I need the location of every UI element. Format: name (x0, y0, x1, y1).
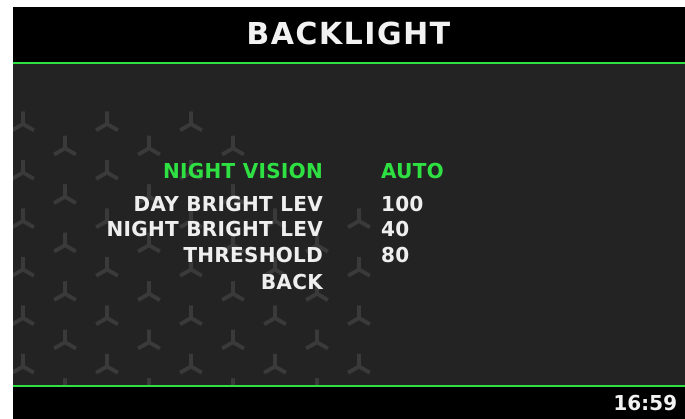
hex-segment (63, 146, 77, 157)
hex-segment (189, 316, 203, 327)
menu-item-value: 40 (381, 217, 410, 241)
hex-segment (221, 146, 234, 157)
menu-item-label: NIGHT VISION (162, 159, 323, 183)
hex-segment (148, 340, 161, 351)
hex-segment (221, 292, 234, 302)
hex-segment (64, 340, 77, 351)
hex-segment (190, 122, 203, 133)
hex-segment (316, 292, 329, 302)
menu-item-value: 100 (381, 192, 424, 216)
hex-segment (263, 364, 276, 375)
menu-item-value: AUTO (381, 159, 444, 183)
hex-segment (179, 364, 192, 375)
hex-segment (232, 146, 245, 157)
hex-segment (305, 340, 318, 351)
hex-segment (22, 364, 35, 375)
menu-item-label: DAY BRIGHT LEV (133, 192, 323, 216)
hex-segment (263, 316, 277, 327)
hex-segment (63, 292, 77, 302)
menu-item-back[interactable]: BACK (13, 270, 685, 294)
menu-item-night-vision[interactable]: NIGHT VISION AUTO (13, 159, 685, 183)
hex-segment (13, 122, 25, 133)
hex-segment (53, 146, 67, 157)
hex-segment (137, 340, 150, 351)
hex-segment (21, 316, 35, 327)
hex-segment (179, 122, 192, 133)
menu-item-label: THRESHOLD (183, 243, 323, 267)
hex-segment (221, 340, 234, 351)
hex-segment (95, 316, 109, 327)
title-bar: BACKLIGHT (13, 7, 685, 64)
status-bar: 16:59 (13, 385, 685, 419)
hex-segment (358, 364, 371, 375)
hex-segment (137, 292, 151, 302)
menu-item-day-bright-lev[interactable]: DAY BRIGHT LEV 100 (13, 192, 685, 216)
hex-segment (148, 146, 161, 157)
hex-segment (305, 292, 318, 302)
hex-segment (274, 364, 287, 375)
menu-item-label: BACK (260, 270, 323, 294)
hex-segment (347, 316, 361, 327)
menu-item-threshold[interactable]: THRESHOLD 80 (13, 243, 685, 267)
page-title: BACKLIGHT (246, 17, 452, 52)
hex-segment (190, 364, 203, 375)
hex-segment (273, 316, 287, 327)
display-screen: BACKLIGHT NIGHT VISION AUTO DAY BRIGHT L… (13, 7, 685, 419)
menu-item-label: NIGHT BRIGHT LEV (106, 217, 323, 241)
hex-segment (148, 292, 161, 302)
hex-segment (357, 316, 371, 327)
hex-segment (95, 364, 108, 375)
hex-segment (105, 316, 119, 327)
hex-segment (13, 316, 25, 327)
hex-segment (232, 340, 245, 351)
hex-segment (179, 316, 193, 327)
clock: 16:59 (613, 391, 677, 415)
hex-segment (21, 122, 35, 133)
hex-segment (53, 292, 67, 302)
hex-segment (137, 146, 151, 157)
hex-segment (105, 122, 119, 133)
hex-segment (232, 292, 245, 302)
hex-segment (95, 122, 109, 133)
hex-segment (347, 364, 360, 375)
menu-item-night-bright-lev[interactable]: NIGHT BRIGHT LEV 40 (13, 217, 685, 241)
hex-segment (13, 364, 24, 375)
menu-item-value: 80 (381, 243, 410, 267)
hex-segment (316, 340, 329, 351)
hex-segment (53, 340, 66, 351)
hex-segment (106, 364, 119, 375)
